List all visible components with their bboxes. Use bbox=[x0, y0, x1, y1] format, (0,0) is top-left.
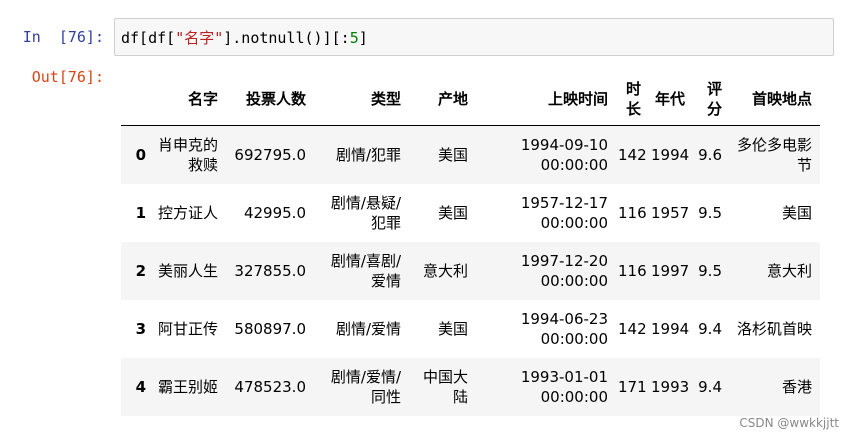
column-header: 产地 bbox=[409, 73, 476, 126]
table-cell: 洛杉矶首映 bbox=[736, 319, 812, 338]
table-cell: 阿甘正传 bbox=[157, 319, 218, 338]
row-index: 2 bbox=[135, 261, 146, 280]
table-cell: 9.5 bbox=[698, 203, 722, 222]
table-row: 1 控方证人 42995.0 剧情/悬疑/犯罪 美国 1957-12-17 00… bbox=[121, 184, 820, 242]
table-cell: 剧情/犯罪 bbox=[335, 145, 401, 164]
table-cell: 剧情/爱情 bbox=[335, 319, 401, 338]
table-header-row: 名字 投票人数 类型 产地 上映时间 时长 年代 评分 首映地点 bbox=[121, 73, 820, 126]
code-input-area[interactable]: df[df["名字"].notnull()][:5] bbox=[114, 18, 834, 56]
code-part-2: ].notnull()][: bbox=[223, 29, 350, 47]
output-prompt: Out[76]: bbox=[31, 68, 104, 86]
table-cell: 美丽人生 bbox=[157, 261, 218, 280]
table-cell: 1994-06-23 00:00:00 bbox=[520, 309, 608, 348]
table-cell: 171 bbox=[618, 377, 647, 396]
table-cell: 580897.0 bbox=[234, 319, 306, 338]
table-cell: 霸王别姬 bbox=[157, 377, 218, 396]
row-index: 3 bbox=[135, 319, 146, 338]
table-cell: 142 bbox=[618, 319, 647, 338]
table-cell: 9.6 bbox=[698, 145, 722, 164]
table-cell: 美国 bbox=[437, 203, 468, 222]
row-index: 4 bbox=[135, 377, 146, 396]
table-cell: 1957 bbox=[651, 203, 690, 222]
table-row: 2 美丽人生 327855.0 剧情/喜剧/爱情 意大利 1997-12-20 … bbox=[121, 241, 820, 300]
table-cell: 美国 bbox=[781, 203, 812, 222]
table-cell: 1994-09-10 00:00:00 bbox=[520, 135, 608, 174]
table-cell: 肖申克的救赎 bbox=[157, 135, 218, 174]
table-cell: 美国 bbox=[437, 145, 468, 164]
table-cell: 意大利 bbox=[422, 261, 468, 280]
table-cell: 9.4 bbox=[698, 377, 722, 396]
table-cell: 1957-12-17 00:00:00 bbox=[520, 193, 608, 232]
column-header: 首映地点 bbox=[730, 73, 820, 126]
table-row: 3 阿甘正传 580897.0 剧情/爱情 美国 1994-06-23 00:0… bbox=[121, 300, 820, 358]
table-cell: 9.5 bbox=[698, 261, 722, 280]
table-cell: 控方证人 bbox=[157, 203, 218, 222]
row-index: 0 bbox=[135, 145, 146, 164]
table-cell: 剧情/喜剧/爱情 bbox=[330, 251, 401, 290]
table-cell: 美国 bbox=[437, 319, 468, 338]
table-cell: 142 bbox=[618, 145, 647, 164]
table-cell: 多伦多电影节 bbox=[736, 135, 812, 174]
table-cell: 478523.0 bbox=[234, 377, 306, 396]
table-cell: 中国大陆 bbox=[422, 367, 468, 406]
table-cell: 1993 bbox=[651, 377, 690, 396]
row-index: 1 bbox=[135, 203, 146, 222]
table-cell: 116 bbox=[618, 203, 647, 222]
column-header: 评分 bbox=[693, 73, 730, 126]
column-header: 年代 bbox=[649, 73, 693, 126]
table-cell: 1993-01-01 00:00:00 bbox=[520, 367, 608, 406]
dataframe-output-table: 名字 投票人数 类型 产地 上映时间 时长 年代 评分 首映地点 0 肖申克的救… bbox=[121, 73, 820, 416]
code-part-3: ] bbox=[358, 29, 368, 47]
code-part-1: df[df[ bbox=[121, 29, 176, 47]
index-header bbox=[121, 73, 154, 126]
code-string-literal: "名字" bbox=[175, 29, 224, 47]
watermark: CSDN @wwkkjjtt bbox=[739, 416, 839, 430]
table-cell: 42995.0 bbox=[243, 203, 306, 222]
table-cell: 692795.0 bbox=[234, 145, 306, 164]
code-number-literal: 5 bbox=[349, 29, 359, 47]
code-text[interactable]: df[df["名字"].notnull()][:5] bbox=[121, 27, 368, 48]
table-cell: 意大利 bbox=[766, 261, 812, 280]
table-cell: 116 bbox=[618, 261, 647, 280]
table-cell: 剧情/爱情/同性 bbox=[330, 367, 401, 406]
input-prompt: In [76]: bbox=[22, 28, 104, 46]
table-cell: 1997 bbox=[651, 261, 690, 280]
column-header: 上映时间 bbox=[476, 73, 616, 126]
table-cell: 1994 bbox=[651, 145, 690, 164]
table-row: 0 肖申克的救赎 692795.0 剧情/犯罪 美国 1994-09-10 00… bbox=[121, 125, 820, 184]
table-cell: 9.4 bbox=[698, 319, 722, 338]
table-cell: 327855.0 bbox=[234, 261, 306, 280]
table-row: 4 霸王别姬 478523.0 剧情/爱情/同性 中国大陆 1993-01-01… bbox=[121, 357, 820, 416]
column-header: 时长 bbox=[616, 73, 649, 126]
table-cell: 香港 bbox=[781, 377, 812, 396]
table-cell: 剧情/悬疑/犯罪 bbox=[330, 193, 401, 232]
table-cell: 1997-12-20 00:00:00 bbox=[520, 251, 608, 290]
column-header: 名字 bbox=[154, 73, 226, 126]
column-header: 投票人数 bbox=[226, 73, 314, 126]
column-header: 类型 bbox=[314, 73, 409, 126]
table-cell: 1994 bbox=[651, 319, 690, 338]
